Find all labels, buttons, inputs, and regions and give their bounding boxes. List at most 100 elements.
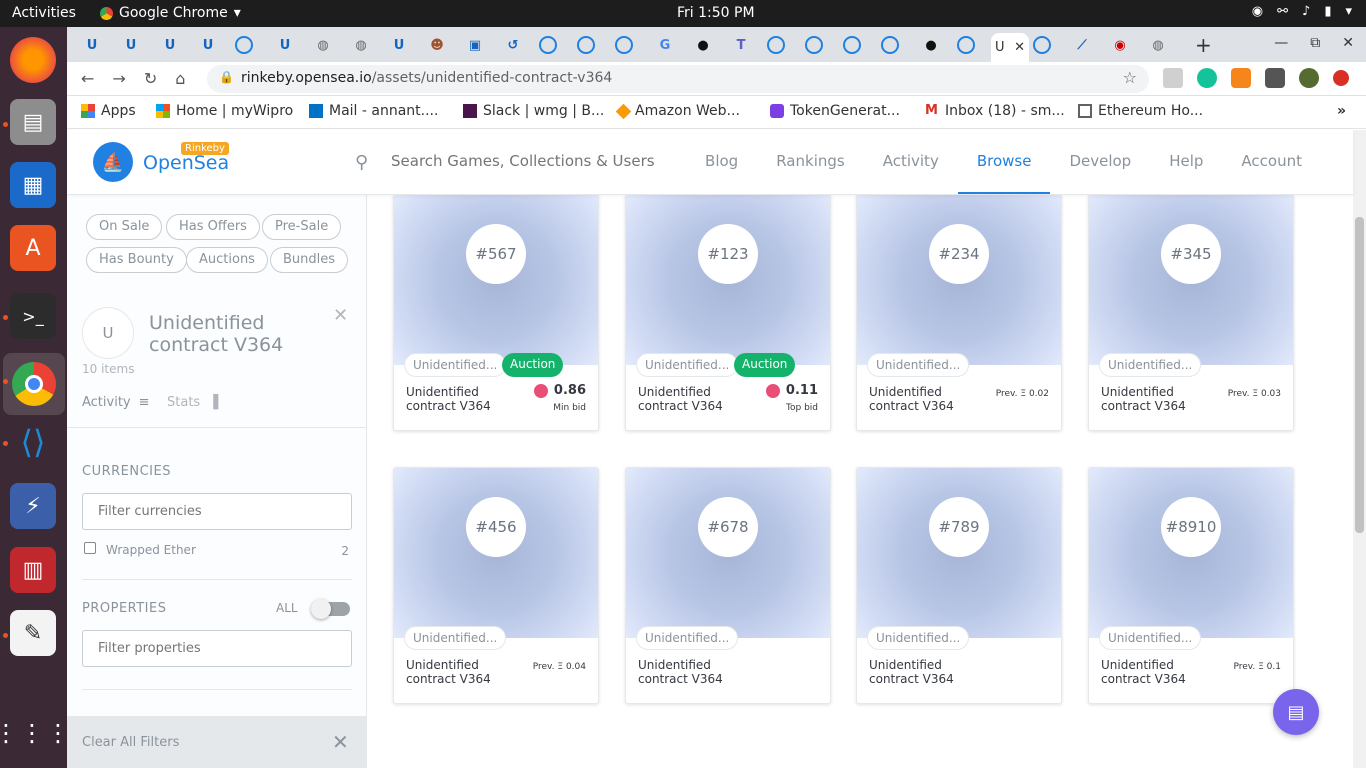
- bookmark-ethereum[interactable]: Ethereum Ho...: [1078, 103, 1203, 119]
- nav-activity[interactable]: Activity: [864, 130, 958, 194]
- tab-favicon-icon[interactable]: U: [273, 33, 297, 57]
- collection-pill[interactable]: Unidentified...: [867, 353, 970, 377]
- metamask-icon[interactable]: [1231, 68, 1251, 88]
- tab-favicon-icon[interactable]: ⟋: [1070, 33, 1094, 57]
- new-tab-button[interactable]: +: [1195, 33, 1212, 57]
- support-chat-button[interactable]: ▤: [1273, 689, 1319, 735]
- globe-icon[interactable]: ◍: [1146, 33, 1170, 57]
- bookmark-inbox[interactable]: M Inbox (18) - sm...: [925, 103, 1065, 119]
- show-apps-icon[interactable]: ⋮⋮⋮: [0, 710, 70, 756]
- collection-pill[interactable]: Unidentified...: [636, 626, 739, 650]
- maximize-icon[interactable]: ⧉: [1310, 35, 1320, 51]
- system-tray[interactable]: ◉ ⚯ ♪ ▮ ▾: [1252, 4, 1352, 19]
- collection-pill[interactable]: Unidentified...: [867, 626, 970, 650]
- google-icon[interactable]: G: [653, 33, 677, 57]
- collection-pill[interactable]: Unidentified...: [636, 353, 739, 377]
- asset-card[interactable]: #789 Unidentified... Unidentified contract…: [856, 467, 1062, 704]
- software-icon[interactable]: A: [10, 225, 56, 271]
- opensea-tab-icon[interactable]: [843, 36, 861, 54]
- tab-favicon-icon[interactable]: U: [158, 33, 182, 57]
- extension-badge-icon[interactable]: [1265, 68, 1285, 88]
- address-bar[interactable]: 🔒 rinkeby.opensea.io/assets/unidentified…: [207, 65, 1149, 93]
- filter-currencies-input[interactable]: [82, 493, 352, 530]
- files-icon[interactable]: ▤: [10, 99, 56, 145]
- close-window-icon[interactable]: ✕: [1342, 35, 1354, 51]
- filter-pre-sale[interactable]: Pre-Sale: [262, 214, 342, 240]
- update-icon[interactable]: [1333, 70, 1349, 86]
- network-icon[interactable]: ⚯: [1277, 4, 1288, 19]
- chrome-dock-icon[interactable]: [3, 353, 65, 415]
- home-icon[interactable]: ⌂: [175, 69, 185, 88]
- accessibility-icon[interactable]: ◉: [1252, 4, 1263, 19]
- globe-icon[interactable]: ◍: [311, 33, 335, 57]
- nav-account[interactable]: Account: [1222, 130, 1321, 194]
- history-icon[interactable]: ↺: [501, 33, 525, 57]
- collection-pill[interactable]: Unidentified...: [404, 353, 507, 377]
- clear-filters-close-icon[interactable]: ✕: [332, 730, 349, 754]
- asset-card[interactable]: #678 Unidentified... Unidentified contract…: [625, 467, 831, 704]
- filter-has-bounty[interactable]: Has Bounty: [86, 247, 187, 273]
- asset-card[interactable]: #345 Unidentified... Unidentified contract…: [1088, 195, 1294, 431]
- bookmark-mail[interactable]: Mail - annant....: [309, 103, 438, 119]
- clock[interactable]: Fri 1:50 PM: [677, 5, 755, 21]
- nav-develop[interactable]: Develop: [1050, 130, 1150, 194]
- collection-pill[interactable]: Unidentified...: [1099, 353, 1202, 377]
- opensea-tab-icon[interactable]: [615, 36, 633, 54]
- activities-button[interactable]: Activities: [12, 5, 76, 21]
- opensea-logo-icon[interactable]: ⛵: [93, 142, 133, 182]
- collection-pill[interactable]: Unidentified...: [404, 626, 507, 650]
- remote-desktop-icon[interactable]: ⚡: [10, 483, 56, 529]
- bookmark-slack[interactable]: Slack | wmg | B...: [463, 103, 604, 119]
- meerkat-icon[interactable]: ☻: [425, 33, 449, 57]
- tab-favicon-icon[interactable]: ◉: [1108, 33, 1132, 57]
- bookmark-mywipro[interactable]: Home | myWipro: [156, 103, 293, 119]
- opensea-tab-icon[interactable]: [1033, 36, 1051, 54]
- filter-has-offers[interactable]: Has Offers: [166, 214, 260, 240]
- nav-help[interactable]: Help: [1150, 130, 1222, 194]
- back-icon[interactable]: ←: [81, 69, 94, 88]
- weth-checkbox[interactable]: [84, 542, 96, 554]
- tab-favicon-icon[interactable]: ▣: [463, 33, 487, 57]
- tab-favicon-icon[interactable]: U: [119, 33, 143, 57]
- power-menu-icon[interactable]: ▾: [1345, 4, 1352, 19]
- bookmark-apps[interactable]: Apps: [81, 103, 136, 119]
- forward-icon[interactable]: →: [112, 69, 125, 88]
- asset-card[interactable]: #123 Unidentified... Auction Unidentified c…: [625, 195, 831, 431]
- filter-auctions[interactable]: Auctions: [186, 247, 268, 273]
- profile-avatar[interactable]: [1299, 68, 1319, 88]
- filter-on-sale[interactable]: On Sale: [86, 214, 163, 240]
- vscode-icon[interactable]: ⟨⟩: [10, 419, 56, 465]
- clear-all-filters-bar[interactable]: Clear All Filters ✕: [67, 716, 367, 768]
- tab-favicon-icon[interactable]: U: [196, 33, 220, 57]
- asset-card[interactable]: #567 Unidentified... Auction Unidentified c…: [393, 195, 599, 431]
- opensea-tab-icon[interactable]: [235, 36, 253, 54]
- filter-bundles[interactable]: Bundles: [270, 247, 349, 273]
- bookmark-tokengenerator[interactable]: TokenGenerat...: [770, 103, 900, 119]
- opensea-tab-icon[interactable]: [805, 36, 823, 54]
- lock-icon[interactable]: 🔒: [219, 70, 234, 84]
- collection-pill[interactable]: Unidentified...: [1099, 626, 1202, 650]
- opensea-tab-icon[interactable]: [577, 36, 595, 54]
- close-tab-icon[interactable]: ✕: [1014, 40, 1025, 55]
- shield-extension-icon[interactable]: [1163, 68, 1183, 88]
- app-icon[interactable]: ▥: [10, 547, 56, 593]
- filter-properties-input[interactable]: [82, 630, 352, 667]
- teams-icon[interactable]: T: [729, 33, 753, 57]
- opensea-tab-icon[interactable]: [957, 36, 975, 54]
- asset-card[interactable]: #8910 Unidentified... Unidentified contrac…: [1088, 467, 1294, 704]
- tab-favicon-icon[interactable]: U: [80, 33, 104, 57]
- reload-icon[interactable]: ↻: [144, 69, 157, 88]
- properties-all-toggle[interactable]: [311, 599, 350, 619]
- volume-icon[interactable]: ♪: [1302, 4, 1310, 19]
- nav-browse[interactable]: Browse: [957, 130, 1051, 194]
- text-editor-icon[interactable]: ✎: [10, 610, 56, 656]
- scrollbar-thumb[interactable]: [1355, 217, 1364, 533]
- writer-icon[interactable]: ▦: [10, 162, 56, 208]
- nav-rankings[interactable]: Rankings: [757, 130, 864, 194]
- collection-stats-link[interactable]: Stats ▐: [167, 395, 218, 410]
- collection-name[interactable]: Unidentified contract V364: [149, 312, 299, 356]
- bookmarks-overflow-icon[interactable]: »: [1337, 103, 1346, 119]
- bookmark-aws[interactable]: Amazon Web...: [615, 103, 740, 119]
- opensea-tab-icon[interactable]: [767, 36, 785, 54]
- bookmark-star-icon[interactable]: ☆: [1123, 68, 1137, 87]
